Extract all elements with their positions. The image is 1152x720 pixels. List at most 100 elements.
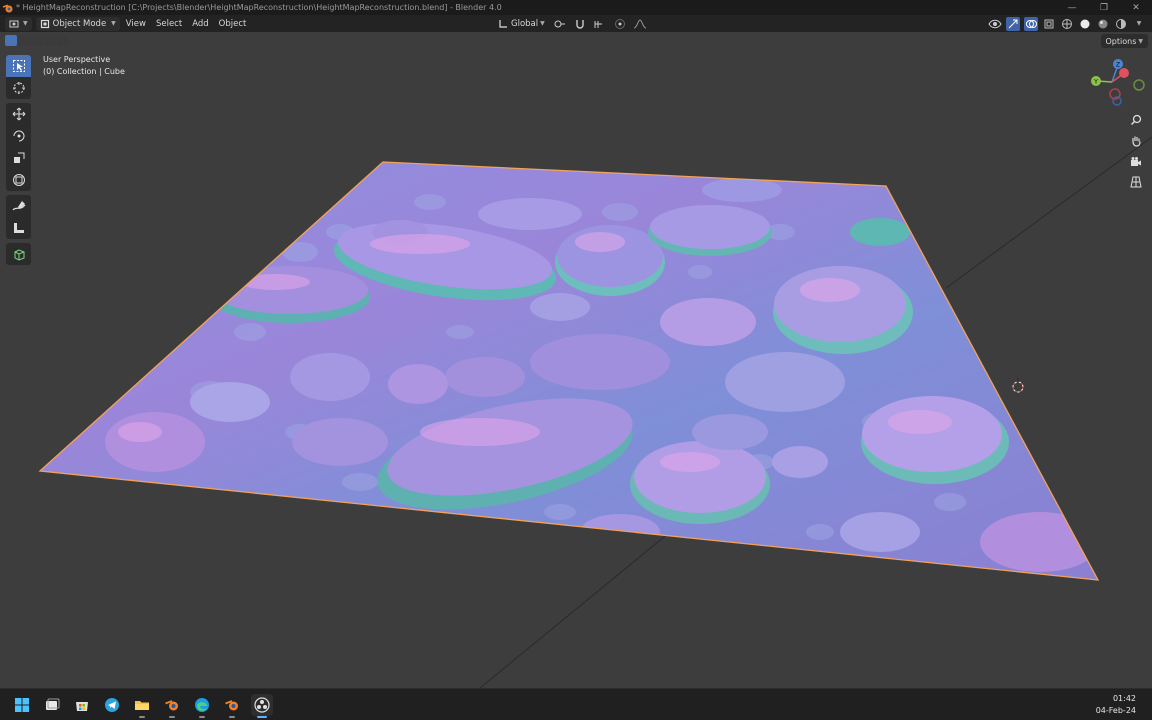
menu-object[interactable]: Object xyxy=(215,17,251,31)
pivot-point-icon[interactable] xyxy=(553,17,567,31)
xray-icon[interactable] xyxy=(1042,17,1056,31)
minimize-button[interactable]: — xyxy=(1056,0,1088,15)
gizmo-neg-y[interactable] xyxy=(1133,79,1145,91)
transform-tool[interactable] xyxy=(6,169,31,191)
start-button[interactable] xyxy=(11,694,33,716)
chevron-down-icon: ▼ xyxy=(1138,37,1143,45)
move-tool[interactable] xyxy=(6,103,31,125)
editor-type-button[interactable]: ▼ xyxy=(5,16,32,31)
measure-tool[interactable] xyxy=(6,217,31,239)
shading-options-icon[interactable]: ▼ xyxy=(1132,17,1146,31)
collection-label: (0) Collection | Cube xyxy=(43,67,125,76)
falloff-icon[interactable] xyxy=(633,17,647,31)
orientation-label: Global xyxy=(511,18,539,29)
store-button[interactable] xyxy=(71,694,93,716)
blender-button[interactable] xyxy=(161,694,183,718)
store-icon xyxy=(76,702,88,711)
blender-icon xyxy=(225,700,238,711)
window-title: * HeightMapReconstruction [C:\Projects\B… xyxy=(16,3,502,12)
viewport-icon xyxy=(9,20,19,27)
telegram-button[interactable] xyxy=(101,694,123,716)
edge-button[interactable] xyxy=(191,694,213,718)
menu-add[interactable]: Add xyxy=(188,17,212,31)
clock-time: 01:42 xyxy=(1112,694,1136,703)
material-shading-icon[interactable] xyxy=(1096,17,1110,31)
proportional-editing-icon[interactable] xyxy=(613,17,627,31)
tool-shelf xyxy=(6,55,31,265)
snap-increment-icon[interactable] xyxy=(593,17,607,31)
telegram-icon xyxy=(105,698,119,712)
cursor-tool[interactable] xyxy=(6,77,31,99)
zoom-icon xyxy=(1130,114,1142,126)
select-subtract-button[interactable] xyxy=(31,35,43,46)
select-box-tool[interactable] xyxy=(6,55,31,77)
annotate-tool[interactable] xyxy=(6,195,31,217)
scene-canvas xyxy=(38,136,1152,688)
edge-icon xyxy=(195,698,209,712)
windows-taskbar: 01:42 04-Feb-24 xyxy=(0,688,1152,720)
solid-shading-icon[interactable] xyxy=(1078,17,1092,31)
close-button[interactable]: ✕ xyxy=(1120,0,1152,15)
pan-view-button[interactable] xyxy=(1127,132,1145,150)
file-explorer-icon xyxy=(135,701,149,710)
overlays-icon[interactable] xyxy=(1024,16,1038,31)
rotate-tool[interactable] xyxy=(6,125,31,147)
obs-icon xyxy=(254,697,270,713)
cursor-icon xyxy=(12,82,25,94)
system-clock[interactable]: 01:42 04-Feb-24 xyxy=(1096,693,1136,717)
blender-logo-icon xyxy=(2,3,13,12)
transform-icon xyxy=(12,174,25,186)
camera-view-button[interactable] xyxy=(1127,153,1145,171)
chevron-down-icon: ▼ xyxy=(540,20,545,27)
select-new-button[interactable] xyxy=(5,35,17,46)
obs-button[interactable] xyxy=(251,694,273,718)
blender-button-2[interactable] xyxy=(221,694,243,718)
navigation-gizmo[interactable]: Z Y xyxy=(1086,56,1146,112)
options-label: Options xyxy=(1105,36,1137,46)
visibility-icon[interactable] xyxy=(988,17,1002,31)
select-box-icon xyxy=(12,60,25,72)
measure-icon xyxy=(13,223,24,233)
perspective-label: User Perspective xyxy=(43,55,111,64)
file-explorer-button[interactable] xyxy=(131,694,153,718)
3d-cursor-icon xyxy=(1012,378,1024,393)
zoom-view-button[interactable] xyxy=(1127,111,1145,129)
mode-label: Object Mode xyxy=(52,18,107,29)
options-button[interactable]: Options ▼ xyxy=(1100,34,1148,48)
task-view-icon xyxy=(46,698,60,710)
add-cube-tool[interactable] xyxy=(6,243,31,265)
viewport-header: ▼ Object Mode ▼ View Select Add Object G… xyxy=(0,15,1152,32)
select-intersect-button[interactable] xyxy=(57,35,69,46)
rendered-shading-icon[interactable] xyxy=(1114,17,1128,31)
add-cube-icon xyxy=(14,249,24,261)
menu-select[interactable]: Select xyxy=(152,17,186,31)
camera-icon xyxy=(1131,157,1141,166)
windows-start-icon xyxy=(15,698,29,712)
select-extend-button[interactable] xyxy=(18,35,30,46)
scale-tool[interactable] xyxy=(6,147,31,169)
toggle-perspective-button[interactable] xyxy=(1127,173,1145,191)
annotate-icon xyxy=(11,201,25,211)
mode-selector[interactable]: Object Mode ▼ xyxy=(35,16,120,31)
gizmo-z-label: Z xyxy=(1116,61,1121,69)
hand-icon xyxy=(1132,136,1141,147)
transform-orientation-select[interactable]: Global ▼ xyxy=(496,17,547,31)
task-view-button[interactable] xyxy=(41,694,63,716)
gizmo-x-axis[interactable] xyxy=(1119,68,1129,78)
running-indicator xyxy=(139,716,145,718)
select-invert-button[interactable] xyxy=(44,35,56,46)
snap-icon[interactable] xyxy=(573,17,587,31)
blender-icon xyxy=(165,700,178,711)
running-indicator xyxy=(199,716,205,718)
grid-perspective-icon xyxy=(1130,176,1142,188)
wireframe-shading-icon[interactable] xyxy=(1060,17,1074,31)
3d-viewport[interactable]: User Perspective (0) Collection | Cube Z… xyxy=(0,32,1152,688)
chevron-down-icon: ▼ xyxy=(111,20,116,27)
running-indicator xyxy=(169,716,175,718)
maximize-button[interactable]: ❐ xyxy=(1088,0,1120,15)
rotate-icon xyxy=(13,130,24,142)
orientation-icon xyxy=(499,19,507,28)
scale-icon xyxy=(13,152,24,163)
gizmo-toggle-icon[interactable] xyxy=(1006,16,1020,31)
menu-view[interactable]: View xyxy=(122,17,150,31)
